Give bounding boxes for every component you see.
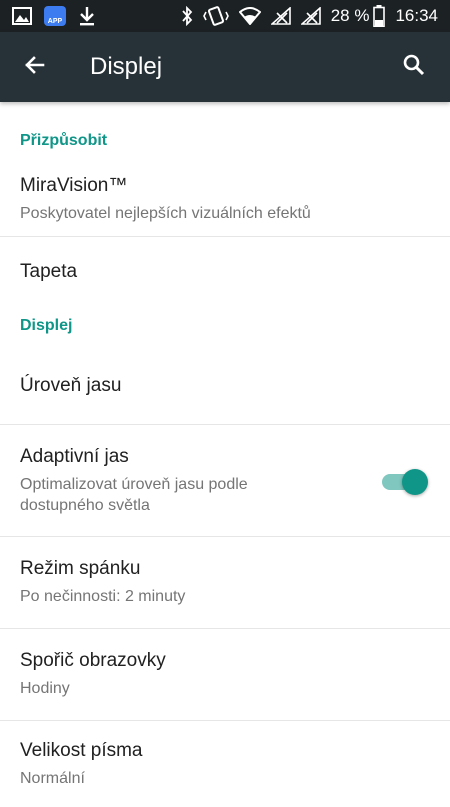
status-bar: APP 28 % 16:34 (0, 0, 450, 32)
section-header-customize: Přizpůsobit (20, 132, 108, 149)
setting-title: MiraVision™ (20, 174, 128, 196)
setting-subtitle: Normální (20, 769, 85, 787)
search-icon (402, 53, 426, 82)
setting-screensaver[interactable]: Spořič obrazovky Hodiny (0, 629, 450, 721)
setting-title: Velikost písma (20, 739, 143, 761)
setting-title: Spořič obrazovky (20, 650, 166, 671)
battery-percent: 28 % (330, 6, 370, 25)
section-header-display: Displej (20, 317, 73, 334)
battery-indicator: 28 % (331, 5, 386, 27)
toggle-thumb (402, 468, 428, 495)
arrow-back-icon (23, 53, 47, 82)
setting-subtitle: Po nečinnosti: 2 minuty (20, 588, 186, 605)
no-signal-icon (300, 7, 321, 25)
system-icons: 28 % 16:34 (181, 5, 450, 27)
bluetooth-icon (181, 6, 193, 26)
setting-subtitle: Poskytovatel nejlepších vizuálních efekt… (20, 204, 311, 222)
battery-icon (373, 5, 386, 27)
adaptive-brightness-toggle[interactable] (380, 466, 430, 496)
wifi-icon (238, 7, 261, 25)
settings-list: Přizpůsobit MiraVision™ Poskytovatel nej… (0, 102, 450, 807)
setting-title: Režim spánku (20, 558, 141, 579)
app-bar: Displej (0, 32, 450, 102)
setting-subtitle: Hodiny (20, 680, 70, 697)
search-button[interactable] (386, 32, 442, 102)
back-button[interactable] (0, 32, 70, 102)
setting-adaptive-brightness[interactable]: Adaptivní jas Optimalizovat úroveň jasu … (0, 425, 450, 537)
app-notification-icon: APP (44, 6, 66, 26)
setting-sleep[interactable]: Režim spánku Po nečinnosti: 2 minuty (0, 537, 450, 629)
no-signal-icon (270, 7, 291, 25)
setting-subtitle: Optimalizovat úroveň jasu podle dostupné… (20, 475, 248, 514)
setting-title: Tapeta (20, 261, 78, 282)
clock: 16:34 (395, 6, 438, 25)
vibrate-icon (202, 6, 229, 26)
setting-font-size[interactable]: Velikost písma Normální (0, 721, 450, 807)
download-icon (78, 6, 96, 26)
setting-miravision[interactable]: MiraVision™ Poskytovatel nejlepších vizu… (0, 162, 450, 237)
notification-icons: APP (0, 6, 96, 26)
setting-brightness-level[interactable]: Úroveň jasu (0, 347, 450, 425)
setting-wallpaper[interactable]: Tapeta (0, 237, 450, 307)
setting-title: Adaptivní jas (20, 445, 129, 467)
page-title: Displej (90, 53, 163, 80)
image-notification-icon (12, 7, 32, 25)
setting-title: Úroveň jasu (20, 374, 122, 396)
